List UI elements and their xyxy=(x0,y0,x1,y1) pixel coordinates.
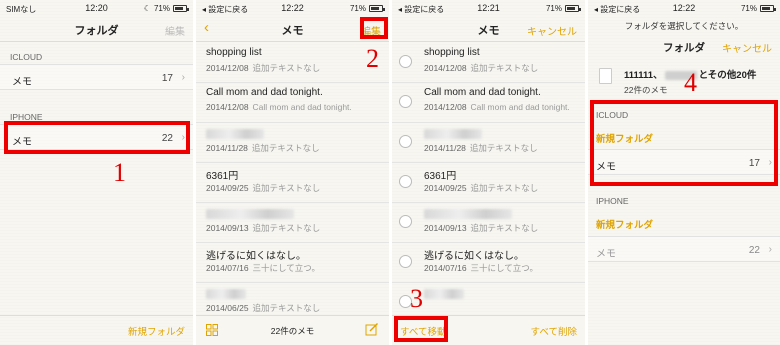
note-item[interactable]: 逃げるに如くはなし。 2014/07/16 三十にして立つ。 xyxy=(392,243,585,283)
note-item[interactable]: Call mom and dad tonight. 2014/12/08 Call… xyxy=(392,83,585,123)
iphone-new-folder-button[interactable]: 新規フォルダ xyxy=(596,217,653,231)
compose-icon[interactable] xyxy=(365,322,379,336)
note-item[interactable]: shopping list 2014/12/08 追加テキストなし xyxy=(196,43,389,83)
selected-count: 22件のメモ xyxy=(624,85,668,95)
note-title: 逃げるに如くはなし。 xyxy=(206,251,306,262)
select-radio[interactable] xyxy=(399,95,412,108)
callout-number-2: 2 xyxy=(366,44,379,73)
note-meta: 2014/11/28 追加テキストなし xyxy=(424,143,538,153)
note-title: Call mom and dad tonight. xyxy=(424,87,541,98)
callout-box-1 xyxy=(4,121,190,154)
note-item[interactable]: Call mom and dad tonight. 2014/12/08 Call… xyxy=(196,83,389,123)
folder-label: メモ xyxy=(12,77,32,88)
battery-icon xyxy=(760,5,776,12)
note-item[interactable]: 2014/11/28 追加テキストなし xyxy=(196,123,389,163)
battery-icon xyxy=(565,5,581,12)
status-bar: ◂ 設定に戻る 12:21 71% xyxy=(392,0,585,16)
notes-edit-screen: ◂ 設定に戻る 12:21 71% メモ キャンセル shopping list… xyxy=(392,0,585,345)
note-meta: 2014/12/08 Call mom and dad tonight. xyxy=(206,102,352,112)
status-bar: ◂ 設定に戻る 12:22 71% xyxy=(196,0,389,16)
chevron-right-icon: › xyxy=(768,244,772,255)
blurred-note-title xyxy=(206,289,246,299)
select-radio[interactable] xyxy=(399,135,412,148)
note-title: shopping list xyxy=(424,47,480,58)
callout-number-3: 3 xyxy=(410,284,423,313)
note-meta: 2014/09/25 追加テキストなし xyxy=(424,183,539,193)
note-item[interactable]: 6361円 2014/09/25 追加テキストなし xyxy=(392,163,585,203)
folder-picker-screen: ◂ 設定に戻る 12:22 71% フォルダを選択してください。 フォルダ キャ… xyxy=(588,0,780,345)
battery-icon xyxy=(369,5,385,12)
picker-prompt: フォルダを選択してください。 xyxy=(624,21,744,31)
callout-box-2 xyxy=(360,17,388,39)
select-radio[interactable] xyxy=(399,255,412,268)
note-meta: 2014/07/16 三十にして立つ。 xyxy=(424,263,538,273)
select-radio[interactable] xyxy=(399,55,412,68)
note-meta: 2014/12/08 追加テキストなし xyxy=(424,63,539,73)
note-meta: 2014/11/28 追加テキストなし xyxy=(206,143,320,153)
folder-count: 17 xyxy=(161,73,173,84)
note-meta: 2014/12/08 Call mom and dad tonight. xyxy=(424,102,570,112)
callout-box-3 xyxy=(394,316,448,342)
blurred-note-title xyxy=(206,129,264,139)
cancel-button[interactable]: キャンセル xyxy=(527,23,577,38)
note-meta: 2014/07/16 三十にして立つ。 xyxy=(206,263,320,273)
battery-percent: 71% xyxy=(153,4,170,13)
section-header-icloud: ICLOUD xyxy=(10,52,43,62)
battery-percent: 71% xyxy=(545,4,562,13)
battery-status: ☾ 71% xyxy=(143,4,189,13)
note-doc-icon xyxy=(599,68,612,84)
battery-percent: 71% xyxy=(740,4,757,13)
bottom-toolbar: 22件のメモ xyxy=(196,315,389,345)
battery-icon xyxy=(173,5,189,12)
note-meta: 2014/09/13 追加テキストなし xyxy=(206,223,321,233)
battery-status: 71% xyxy=(349,4,385,13)
moon-icon: ☾ xyxy=(143,4,151,13)
note-meta: 2014/09/25 追加テキストなし xyxy=(206,183,321,193)
delete-all-button[interactable]: すべて削除 xyxy=(531,324,577,338)
note-title: 6361円 xyxy=(424,171,457,182)
folder-row-iphone-memo: メモ 22 › xyxy=(588,236,780,262)
folder-label: メモ xyxy=(596,249,616,260)
note-meta: 2014/09/13 追加テキストなし xyxy=(424,223,539,233)
note-title: 6361円 xyxy=(206,171,239,182)
note-item[interactable]: 6361円 2014/09/25 追加テキストなし xyxy=(196,163,389,203)
callout-number-1: 1 xyxy=(113,158,126,187)
note-item[interactable]: shopping list 2014/12/08 追加テキストなし xyxy=(392,43,585,83)
note-title: Call mom and dad tonight. xyxy=(206,87,323,98)
note-meta: 2014/06/25 追加テキストなし xyxy=(206,303,321,313)
callout-number-4: 4 xyxy=(684,68,697,97)
callout-box-4 xyxy=(590,100,778,186)
navbar: メモ キャンセル xyxy=(392,16,585,42)
folder-row-icloud-memo[interactable]: メモ 17 › xyxy=(0,64,193,90)
notes-count: 22件のメモ xyxy=(270,326,315,336)
status-bar: ◂ 設定に戻る 12:22 71% xyxy=(588,0,780,16)
edit-button[interactable]: 編集 xyxy=(165,23,185,38)
select-radio[interactable] xyxy=(399,215,412,228)
notes-list-screen: ◂ 設定に戻る 12:22 71% ‹ メモ 編集 shopping list … xyxy=(196,0,389,345)
note-title: shopping list xyxy=(206,47,262,58)
note-item[interactable]: 2014/09/13 追加テキストなし xyxy=(196,203,389,243)
status-bar: SIMなし 12:20 ☾ 71% xyxy=(0,0,193,16)
cancel-button[interactable]: キャンセル xyxy=(722,40,772,55)
new-folder-button[interactable]: 新規フォルダ xyxy=(128,324,185,338)
blurred-note-title xyxy=(424,209,512,219)
bottom-toolbar: 新規フォルダ xyxy=(0,315,193,345)
note-item[interactable]: 2014/11/28 追加テキストなし xyxy=(392,123,585,163)
chevron-right-icon: › xyxy=(181,72,185,83)
battery-status: 71% xyxy=(545,4,581,13)
blurred-note-title xyxy=(424,289,464,299)
note-item[interactable]: 逃げるに如くはなし。 2014/07/16 三十にして立つ。 xyxy=(196,243,389,283)
select-radio[interactable] xyxy=(399,175,412,188)
folder-count: 22 xyxy=(748,245,760,256)
folders-screen: SIMなし 12:20 ☾ 71% フォルダ 編集 ICLOUD メモ 17 ›… xyxy=(0,0,193,345)
note-title: 逃げるに如くはなし。 xyxy=(424,251,524,262)
note-meta: 2014/12/08 追加テキストなし xyxy=(206,63,321,73)
blurred-note-title xyxy=(424,129,482,139)
section-header-iphone: IPHONE xyxy=(596,196,629,206)
battery-percent: 71% xyxy=(349,4,366,13)
battery-status: 71% xyxy=(740,4,776,13)
navbar: フォルダ 編集 xyxy=(0,16,193,42)
note-item[interactable]: 2014/09/13 追加テキストなし xyxy=(392,203,585,243)
blurred-note-title xyxy=(206,209,294,219)
